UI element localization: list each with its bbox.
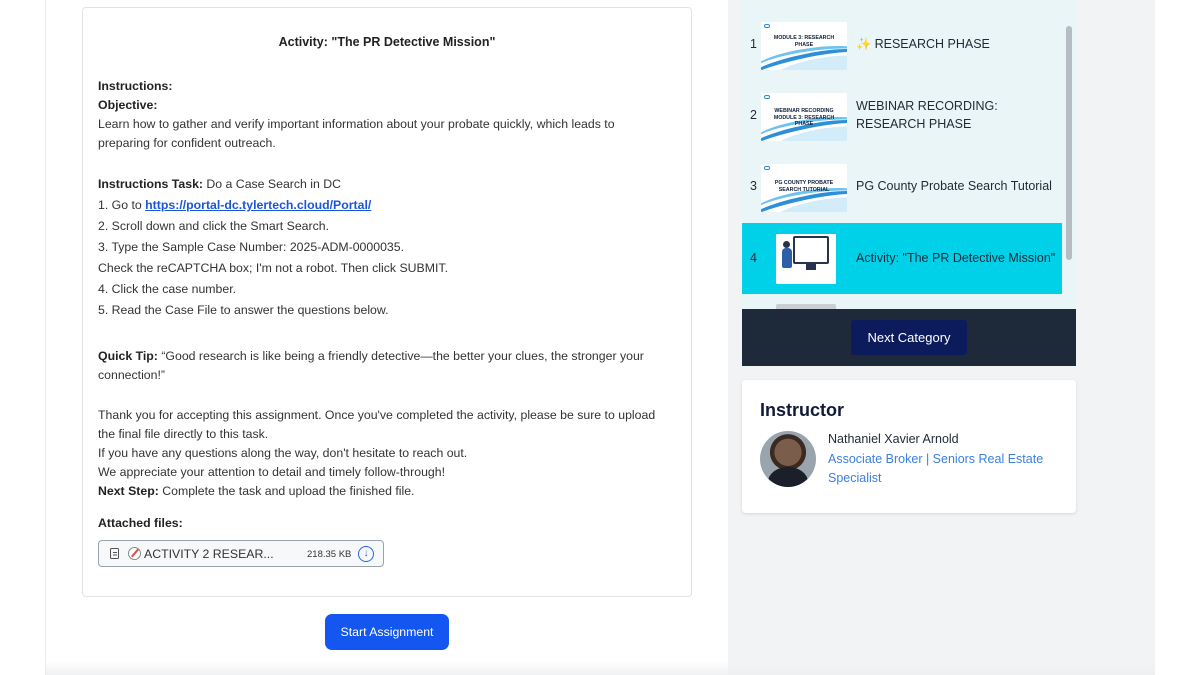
module-item-1[interactable]: 1 MODULE 3: RESEARCH PHASE ✨ RESEARCH PHA…: [742, 9, 1062, 79]
thumbnail-text: WEBINAR RECORDING MODULE 3: RESEARCH PHA…: [773, 108, 835, 127]
file-size: 218.35 KB: [307, 549, 352, 560]
step-4: 4. Click the case number.: [98, 282, 237, 296]
attached-files-heading: Attached files:: [98, 516, 183, 530]
download-icon[interactable]: ↓: [358, 546, 374, 562]
step-2: 2. Scroll down and click the Smart Searc…: [98, 219, 330, 233]
objective-text-2: preparing for confident outreach.: [98, 136, 276, 150]
quick-tip: Quick Tip: “Good research is like being …: [98, 347, 644, 385]
thanks-line-1: Thank you for accepting this assignment.…: [98, 408, 656, 422]
module-number: 2: [750, 108, 757, 122]
instructor-card: Instructor Nathaniel Xavier Arnold Assoc…: [742, 380, 1076, 513]
thumbnail-text: PG COUNTY PROBATE SEARCH TUTORIAL: [774, 180, 834, 193]
instructor-heading: Instructor: [760, 400, 845, 420]
thanks-line-2: the final file directly to this task.: [98, 427, 269, 441]
attached-file[interactable]: ACTIVITY 2 RESEAR... 218.35 KB ↓: [98, 540, 384, 567]
objective-label: Objective:: [98, 98, 158, 112]
compass-icon: [128, 547, 141, 560]
task-block: Instructions Task: Do a Case Search in D…: [98, 175, 448, 320]
thumbnail-text: MODULE 3: RESEARCH PHASE: [773, 35, 835, 48]
instructor-role: Associate Broker | Seniors Real Estate S…: [828, 452, 1044, 485]
module-item-2[interactable]: 2 WEBINAR RECORDING MODULE 3: RESEARCH P…: [742, 80, 1062, 150]
step-3: 3. Type the Sample Case Number: 2025-ADM…: [98, 240, 404, 254]
file-name: ACTIVITY 2 RESEAR...: [144, 547, 274, 561]
logo-icon: [764, 95, 770, 99]
instructor-name: Nathaniel Xavier Arnold: [828, 432, 959, 446]
instructions-block: Instructions: Objective: Learn how to ga…: [98, 77, 615, 153]
module-number: 1: [750, 37, 757, 51]
quick-tip-label: Quick Tip:: [98, 349, 158, 363]
module-thumbnail: PG COUNTY PROBATE SEARCH TUTORIAL: [761, 164, 847, 212]
module-label: WEBINAR RECORDING: RESEARCH PHASE: [856, 99, 998, 131]
task-text: Do a Case Search in DC: [203, 177, 342, 191]
avatar: [760, 431, 816, 487]
thanks-line-3: If you have any questions along the way,…: [98, 446, 468, 460]
module-thumbnail: MODULE 3: RESEARCH PHASE: [761, 22, 847, 70]
module-number: 3: [750, 179, 757, 193]
module-number: 4: [750, 251, 757, 265]
step-3b: Check the reCAPTCHA box; I'm not a robot…: [98, 261, 448, 275]
module-item-4[interactable]: 4 Activity: "The PR Detective Mission": [742, 223, 1062, 294]
activity-title: Activity: "The PR Detective Mission": [278, 35, 496, 49]
module-label: ✨ RESEARCH PHASE: [856, 9, 1056, 79]
next-category-button[interactable]: Next Category: [851, 320, 967, 355]
logo-icon: [764, 24, 770, 28]
module-thumbnail: [776, 234, 836, 284]
quick-tip-text-2: connection!”: [98, 368, 165, 382]
activity-card: Activity: "The PR Detective Mission" Ins…: [82, 7, 692, 597]
sparkle-icon: ✨: [856, 37, 872, 51]
module-item-3[interactable]: 3 PG COUNTY PROBATE SEARCH TUTORIAL PG C…: [742, 151, 1062, 221]
document-icon: [110, 548, 119, 559]
next-step-label: Next Step:: [98, 484, 159, 498]
task-label: Instructions Task:: [98, 177, 203, 191]
left-gutter: [0, 0, 46, 675]
objective-text-1: Learn how to gather and verify important…: [98, 117, 615, 131]
quick-tip-text-1: “Good research is like being a friendly …: [157, 349, 644, 363]
right-gutter: [1155, 0, 1200, 675]
start-assignment-button[interactable]: Start Assignment: [325, 614, 449, 650]
attached-files-label: Attached files:: [98, 514, 183, 533]
instructions-heading: Instructions:: [98, 79, 173, 93]
next-step-text: Complete the task and upload the finishe…: [158, 484, 415, 498]
step-5: 5. Read the Case File to answer the ques…: [98, 303, 389, 317]
case-search-link[interactable]: https://portal-dc.tylertech.cloud/Portal…: [145, 198, 371, 212]
logo-icon: [764, 166, 770, 170]
bottom-fade: [46, 661, 1155, 675]
person-icon: [782, 248, 792, 268]
module-thumbnail: WEBINAR RECORDING MODULE 3: RESEARCH PHA…: [761, 93, 847, 141]
module-list-scrollbar[interactable]: [1066, 26, 1072, 260]
closing-block: Thank you for accepting this assignment.…: [98, 406, 655, 501]
module-title: RESEARCH PHASE: [874, 37, 990, 51]
module-label: PG County Probate Search Tutorial: [856, 179, 1052, 193]
thanks-line-4: We appreciate your attention to detail a…: [98, 465, 446, 479]
step-1-prefix: 1. Go to: [98, 198, 146, 212]
monitor-icon: [793, 236, 829, 264]
module-label: Activity: "The PR Detective Mission": [856, 251, 1056, 265]
